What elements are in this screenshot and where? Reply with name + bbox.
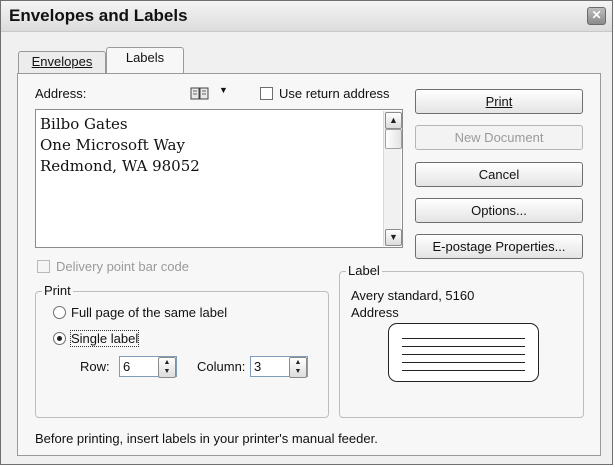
use-return-address-label: Use return address (279, 86, 390, 101)
close-button[interactable]: ✕ (587, 7, 606, 25)
row-value: 6 (123, 359, 131, 374)
radio-selected-dot (57, 336, 62, 341)
preview-line (402, 346, 525, 347)
label-type: Address (351, 305, 399, 320)
new-document-button-label: New Document (454, 130, 544, 145)
tab-labels-label: Labels (125, 50, 165, 65)
full-page-label: Full page of the same label (71, 305, 228, 320)
address-line-1: Bilbo Gates (40, 115, 128, 133)
tab-labels[interactable]: Labels (106, 47, 184, 73)
preview-line (402, 338, 525, 339)
chevron-down-icon: ▼ (389, 232, 398, 242)
spin-down-icon: ▼ (163, 368, 171, 375)
cancel-button[interactable]: Cancel (415, 162, 583, 187)
epostage-properties-button-label: E-postage Properties... (432, 239, 566, 254)
full-page-radio[interactable] (53, 306, 66, 319)
address-textarea[interactable]: Bilbo Gates One Microsoft Way Redmond, W… (35, 109, 403, 248)
preview-line (402, 370, 525, 371)
column-label: Column: (197, 359, 246, 374)
column-spinner[interactable]: ▲ ▼ (289, 357, 307, 378)
scroll-thumb[interactable] (385, 129, 402, 149)
options-button[interactable]: Options... (415, 198, 583, 223)
delivery-bar-code-label: Delivery point bar code (56, 259, 189, 274)
new-document-button[interactable]: New Document (415, 125, 583, 150)
tab-envelopes-label: Envelopes (31, 54, 93, 69)
title-bar[interactable]: Envelopes and Labels ✕ (1, 1, 612, 32)
label-standard: Avery standard, 5160 (351, 288, 475, 303)
row-label: Row: (80, 359, 110, 374)
dropdown-arrow-icon: ▼ (219, 85, 228, 95)
address-book-icon (190, 87, 209, 100)
close-icon: ✕ (591, 8, 602, 22)
print-button[interactable]: Print (415, 89, 583, 114)
options-button-label: Options... (471, 203, 527, 218)
scroll-down-button[interactable]: ▼ (385, 229, 402, 246)
envelopes-and-labels-dialog: Envelopes and Labels ✕ Envelopes Labels … (0, 0, 613, 465)
label-group-legend: Label (346, 263, 382, 278)
address-book-button[interactable]: ▼ (190, 85, 232, 103)
preview-line (402, 354, 525, 355)
dialog-title: Envelopes and Labels (9, 6, 188, 25)
spin-up-icon: ▲ (163, 359, 171, 366)
label-preview[interactable] (388, 323, 539, 382)
scroll-up-button[interactable]: ▲ (385, 112, 402, 129)
chevron-up-icon: ▲ (389, 115, 398, 125)
address-scrollbar[interactable]: ▲ ▼ (383, 111, 402, 246)
print-button-label: Print (485, 94, 513, 109)
single-label-radio[interactable] (53, 332, 66, 345)
row-spinner[interactable]: ▲ ▼ (158, 357, 176, 378)
address-label: Address: (35, 86, 87, 101)
column-value: 3 (254, 359, 262, 374)
preview-line (402, 362, 525, 363)
delivery-bar-code-checkbox[interactable] (37, 260, 50, 273)
address-line-2: One Microsoft Way (40, 136, 185, 154)
address-line-3: Redmond, WA 98052 (40, 157, 200, 175)
single-label-label: Single label (69, 330, 140, 347)
print-group-legend: Print (42, 283, 73, 298)
spin-up-icon: ▲ (294, 359, 302, 366)
cancel-button-label: Cancel (478, 167, 520, 182)
spin-down-icon: ▼ (294, 368, 302, 375)
use-return-address-checkbox[interactable] (260, 87, 273, 100)
footer-note: Before printing, insert labels in your p… (35, 431, 378, 446)
epostage-properties-button[interactable]: E-postage Properties... (415, 234, 583, 259)
tab-envelopes[interactable]: Envelopes (18, 51, 106, 73)
